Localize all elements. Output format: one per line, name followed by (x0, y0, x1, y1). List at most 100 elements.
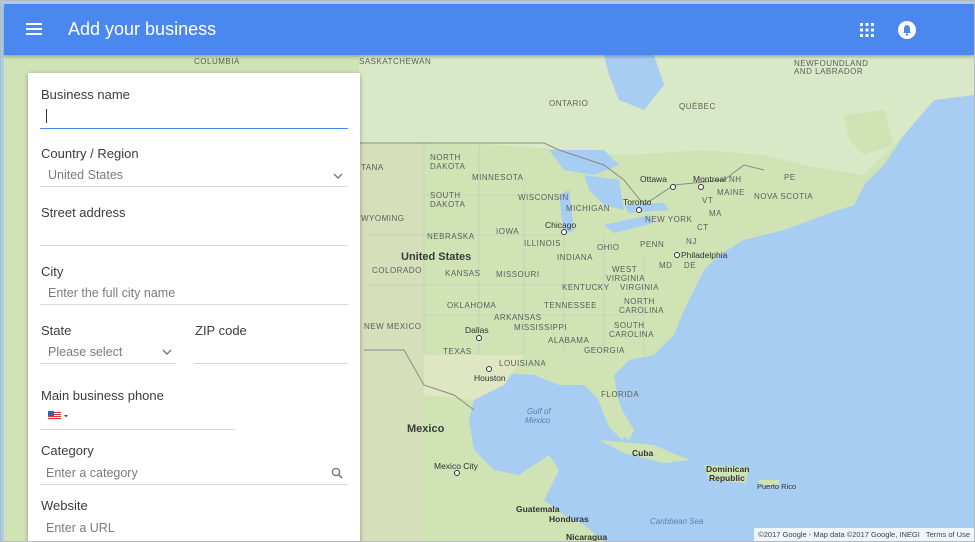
map-label: OKLAHOMA (447, 301, 497, 310)
phone-input[interactable] (40, 429, 235, 430)
water-label: Mexico (525, 416, 551, 425)
country-label: Cuba (632, 448, 654, 458)
water-label: Caribbean Sea (650, 517, 704, 526)
state-select[interactable]: Please select (48, 345, 122, 359)
city-label: Houston (474, 373, 506, 383)
map-label: VIRGINIA (606, 274, 646, 283)
map-label: MD (659, 261, 673, 270)
map-label: SOUTH (614, 321, 645, 330)
country-label: Republic (709, 473, 745, 483)
map-label: ONTARIO (549, 99, 589, 108)
city-label: Ottawa (640, 174, 667, 184)
map-label: FLORIDA (601, 390, 640, 399)
country-underline (40, 186, 348, 187)
search-icon[interactable] (331, 467, 343, 479)
city-label: Toronto (623, 197, 652, 207)
city-input[interactable]: Enter the full city name (48, 286, 175, 300)
business-name-label: Business name (41, 87, 130, 102)
map-label: SOUTH (430, 191, 461, 200)
map-label: CAROLINA (619, 306, 664, 315)
country-label: Mexico (407, 423, 445, 435)
map-label: NORTH (624, 297, 655, 306)
map-label: MICHIGAN (566, 204, 610, 213)
business-name-input[interactable] (40, 128, 348, 129)
category-underline (40, 484, 348, 485)
country-label: Puerto Rico (757, 482, 797, 491)
map-label: MAINE (717, 188, 745, 197)
map-label: DAKOTA (430, 162, 466, 171)
map-copyright: ©2017 Google - Map data ©2017 Google, IN… (758, 530, 920, 539)
map-label: ARKANSAS (494, 313, 542, 322)
street-address-input[interactable] (40, 245, 348, 246)
map-label: ALABAMA (548, 336, 590, 345)
app-bar: Add your business (4, 4, 974, 55)
website-label: Website (41, 498, 88, 513)
map-label: LOUISIANA (499, 359, 547, 368)
map-label: NEW YORK (645, 215, 693, 224)
us-flag-icon[interactable] (48, 411, 70, 421)
map-label: NOVA SCOTIA (754, 192, 814, 201)
map-label: NH (729, 175, 742, 184)
zip-code-label: ZIP code (195, 323, 247, 338)
country-label: Guatemala (516, 504, 560, 514)
city-label: Philadelphia (681, 250, 728, 260)
map-attribution: ©2017 Google - Map data ©2017 Google, IN… (754, 528, 974, 541)
window-frame: Add your business COLUMBIA SASKATCHEWAN … (0, 0, 975, 542)
map-label: TEXAS (443, 347, 472, 356)
city-underline (40, 304, 348, 305)
city-label: Dallas (465, 325, 489, 335)
street-address-label: Street address (41, 205, 126, 220)
category-label: Category (41, 443, 94, 458)
map-label: COLORADO (372, 266, 422, 275)
map-label: VT (702, 196, 714, 205)
terms-of-use-link[interactable]: Terms of Use (926, 530, 970, 539)
map-label: CT (697, 223, 709, 232)
map-label: NEBRASKA (427, 232, 475, 241)
country-label: Country / Region (41, 146, 139, 161)
city-marker (636, 207, 642, 213)
phone-label: Main business phone (41, 388, 164, 403)
category-input[interactable]: Enter a category (46, 466, 138, 480)
country-label: Nicaragua (566, 532, 608, 541)
map-label: CAROLINA (609, 330, 654, 339)
country-label: United States (401, 251, 472, 263)
city-marker (476, 335, 482, 341)
chevron-down-icon[interactable] (332, 171, 344, 181)
hamburger-menu-icon[interactable] (24, 20, 46, 40)
map-label: GEORGIA (584, 346, 625, 355)
map-label: IOWA (496, 227, 520, 236)
water-label: Gulf of (527, 407, 551, 416)
city-label: Montreal (693, 174, 727, 184)
map-label: KANSAS (445, 269, 481, 278)
city-marker (486, 366, 492, 372)
map-label: WISCONSIN (518, 193, 569, 202)
map-label: MISSOURI (496, 270, 540, 279)
map-label: SASKATCHEWAN (359, 57, 432, 66)
city-marker (674, 252, 680, 258)
map-label: QUÉBEC (679, 102, 716, 111)
map-label: KENTUCKY (562, 283, 610, 292)
apps-grid-icon[interactable] (859, 22, 875, 38)
city-marker (561, 229, 567, 235)
zip-code-input[interactable] (194, 363, 348, 364)
map-label: INDIANA (557, 253, 593, 262)
page-title: Add your business (68, 19, 217, 39)
map-label: WEST (612, 265, 638, 274)
text-cursor (46, 109, 47, 123)
city-marker (670, 184, 676, 190)
state-underline (40, 363, 176, 364)
map-label: DAKOTA (430, 200, 466, 209)
website-input[interactable]: Enter a URL (46, 521, 115, 535)
map-label: OHIO (597, 243, 620, 252)
account-icon[interactable] (897, 20, 917, 40)
state-label: State (41, 323, 72, 338)
map-label: MA (709, 209, 722, 218)
country-select[interactable]: United States (48, 168, 123, 182)
map-label: WYOMING (361, 214, 405, 223)
city-label: City (41, 264, 64, 279)
map-label: AND LABRADOR (794, 67, 864, 76)
country-label: Honduras (549, 514, 589, 524)
map-label: NORTH (430, 153, 461, 162)
chevron-down-icon[interactable] (161, 347, 173, 357)
map-label: PE (784, 173, 796, 182)
